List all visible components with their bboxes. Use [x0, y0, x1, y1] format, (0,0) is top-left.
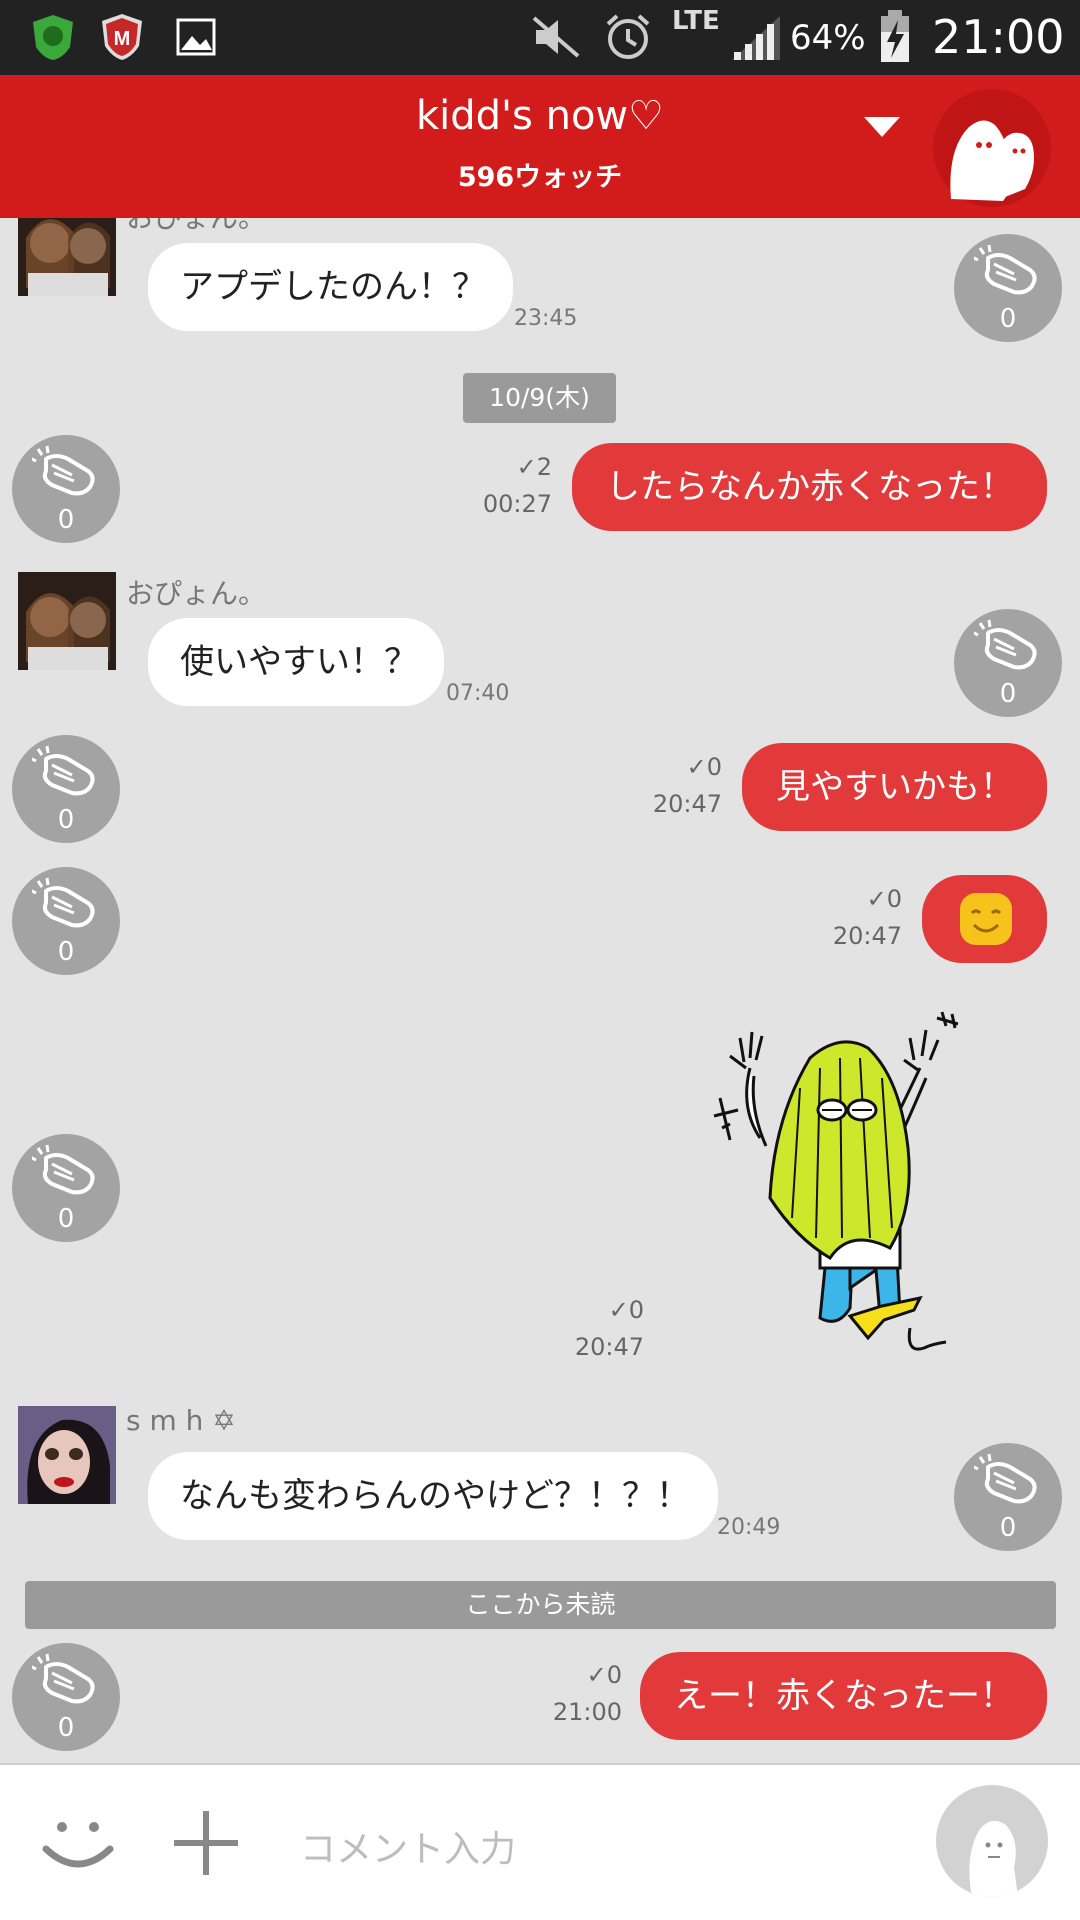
plus-icon[interactable] [170, 1807, 242, 1879]
clap-hands-icon [32, 445, 95, 496]
message-time: 07:40 [446, 681, 510, 706]
jumping-girl-sticker[interactable] [700, 998, 980, 1368]
date-divider: 10/9(木) [463, 373, 616, 423]
clap-count: 0 [57, 505, 75, 535]
smiley-emoji-icon [960, 893, 1012, 945]
ghost-pair-icon [950, 120, 1034, 201]
clap-button[interactable]: 0 [954, 609, 1062, 717]
profile-avatar-button[interactable] [936, 1785, 1048, 1897]
clap-button[interactable]: 0 [12, 435, 120, 543]
message-bubble[interactable] [922, 875, 1047, 963]
person-placeholder-icon [969, 1820, 1018, 1897]
user-photo-icon [18, 1406, 116, 1504]
clap-count: 0 [999, 304, 1017, 334]
message-bubble[interactable]: したらなんか赤くなった！ [572, 443, 1047, 531]
user-photo-icon [18, 218, 116, 296]
clap-button[interactable]: 0 [12, 1643, 120, 1751]
avatar[interactable] [18, 1406, 116, 1504]
clap-button[interactable]: 0 [954, 234, 1062, 342]
shield-app-icon [33, 15, 73, 60]
user-photo-icon [18, 572, 116, 670]
clap-hands-icon [974, 619, 1037, 670]
input-bar: コメント入力 [0, 1763, 1080, 1920]
gallery-icon [176, 18, 216, 56]
mcafee-icon: M [102, 14, 142, 60]
message-text: 見やすいかも！ [776, 767, 1014, 807]
room-title[interactable]: kidd's now♡ [0, 93, 1080, 139]
signal-icon [732, 16, 780, 60]
message-bubble[interactable]: えー！赤くなったー！ [640, 1652, 1047, 1740]
clock: 21:00 [932, 10, 1065, 64]
read-count: ✓2 [516, 453, 552, 481]
battery-charging-icon [881, 10, 909, 62]
clap-count: 0 [57, 1204, 75, 1234]
clap-count: 0 [57, 805, 75, 835]
clap-count: 0 [999, 1513, 1017, 1543]
chat-header: kidd's now♡ 596ウォッチ [0, 75, 1080, 218]
clap-hands-icon [32, 745, 95, 796]
chat-area[interactable]: おぴょん。 アプデしたのん！？ 23:45 0 10/9(木) 0 ✓2 00:… [0, 218, 1080, 1763]
sender-name: おぴょん。 [126, 577, 267, 610]
read-count: ✓0 [608, 1296, 644, 1324]
comment-input[interactable]: コメント入力 [300, 1820, 516, 1872]
clap-count: 0 [57, 937, 75, 967]
watch-count: 596ウォッチ [457, 162, 623, 193]
message-text: えー！赤くなったー！ [674, 1676, 1014, 1716]
sender-name: s m h ✡ [126, 1404, 236, 1437]
message-time: 21:00 [552, 1698, 622, 1726]
status-bar: M LTE 64% 21:00 [0, 0, 1080, 75]
message-bubble[interactable]: なんも変わらんのやけど？！？！ [148, 1452, 718, 1540]
message-text: したらなんか赤くなった！ [606, 467, 1014, 507]
message-text: アプデしたのん！？ [180, 267, 486, 307]
mute-icon [532, 16, 580, 58]
alarm-icon [606, 14, 650, 59]
message-text: なんも変わらんのやけど？！？！ [180, 1476, 690, 1516]
network-label: LTE [672, 6, 720, 36]
message-time: 20:47 [652, 790, 722, 818]
svg-text:M: M [114, 28, 131, 50]
clap-hands-icon [974, 244, 1037, 295]
message-text: 使いやすい！？ [180, 642, 418, 682]
emoji-smile-icon[interactable] [38, 1803, 118, 1883]
message-time: 00:27 [482, 490, 552, 518]
battery-percent: 64% [790, 18, 866, 58]
clap-button[interactable]: 0 [954, 1443, 1062, 1551]
message-bubble[interactable]: 使いやすい！？ [148, 618, 444, 706]
dropdown-arrow-icon[interactable] [862, 115, 902, 139]
clap-count: 0 [999, 679, 1017, 709]
read-count: ✓0 [586, 1661, 622, 1689]
unread-divider: ここから未読 [25, 1581, 1056, 1629]
message-bubble[interactable]: 見やすいかも！ [742, 743, 1047, 831]
clap-button[interactable]: 0 [12, 867, 120, 975]
message-time: 20:49 [717, 1515, 781, 1540]
read-count: ✓0 [866, 885, 902, 913]
clap-hands-icon [974, 1453, 1037, 1504]
clap-button[interactable]: 0 [12, 735, 120, 843]
message-time: 20:47 [574, 1333, 644, 1361]
message-bubble[interactable]: アプデしたのん！？ [148, 243, 513, 331]
clap-hands-icon [32, 1144, 95, 1195]
avatar[interactable] [18, 572, 116, 670]
message-time: 23:45 [514, 306, 578, 331]
clap-hands-icon [32, 1653, 95, 1704]
clap-count: 0 [57, 1713, 75, 1743]
avatar[interactable] [18, 218, 116, 296]
clap-button[interactable]: 0 [12, 1134, 120, 1242]
read-count: ✓0 [686, 753, 722, 781]
clap-hands-icon [32, 877, 95, 928]
room-avatar-button[interactable] [933, 89, 1051, 207]
sender-name: おぴょん。 [126, 218, 266, 236]
message-time: 20:47 [832, 922, 902, 950]
